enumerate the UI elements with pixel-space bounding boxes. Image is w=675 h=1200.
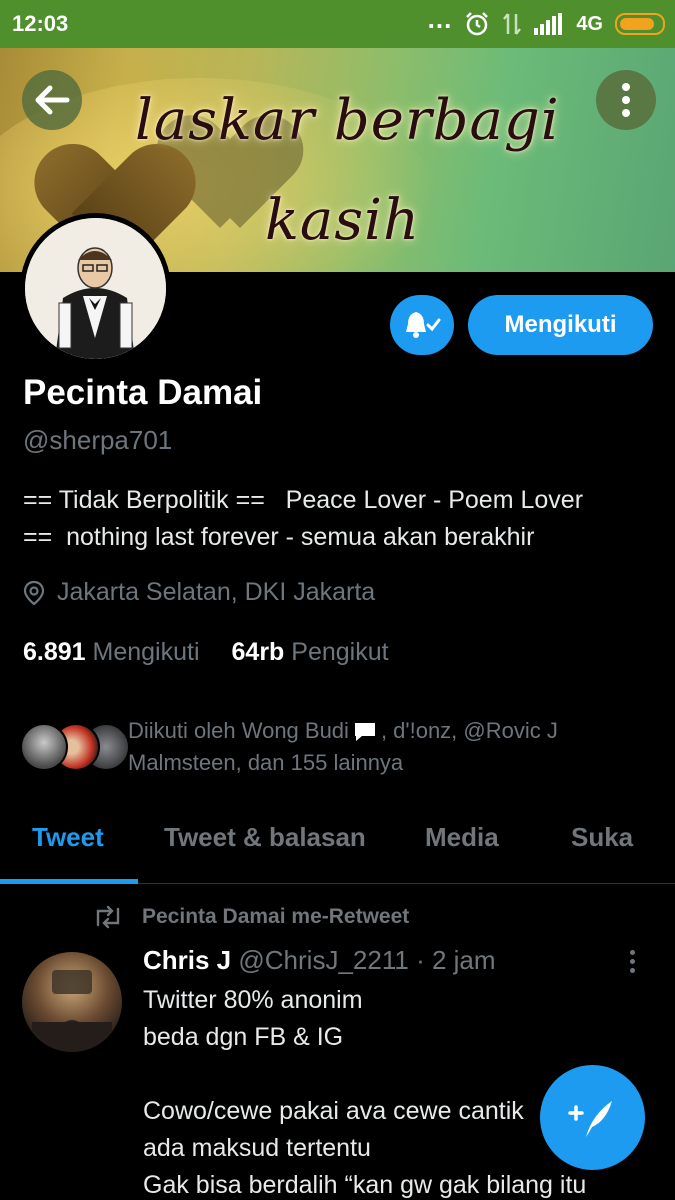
location-text: Jakarta Selatan, DKI Jakarta xyxy=(57,578,376,606)
network-type: 4G xyxy=(576,12,603,35)
followers-stat[interactable]: 64rb Pengikut xyxy=(232,638,389,667)
following-button[interactable]: Mengikuti xyxy=(468,295,653,355)
followed-by-text: Diikuti oleh Wong Budi, d'!onz, @Rovic J… xyxy=(128,715,628,779)
profile-bio: == Tidak Berpolitik == Peace Lover - Poe… xyxy=(23,486,584,551)
profile-location: Jakarta Selatan, DKI Jakarta xyxy=(23,578,375,607)
tab-tweet[interactable]: Tweet xyxy=(32,822,104,853)
banner-text-line2: kasih xyxy=(265,188,421,253)
tweet-author-handle[interactable]: @ChrisJ_2211 xyxy=(238,945,408,975)
banner-text-line1: laskar berbagi xyxy=(135,88,560,153)
following-stat[interactable]: 6.891 Mengikuti xyxy=(23,638,200,667)
retweet-indicator: Pecinta Damai me-Retweet xyxy=(92,905,409,929)
tab-likes[interactable]: Suka xyxy=(571,822,633,853)
more-options-button[interactable] xyxy=(596,70,656,130)
status-icons: ... 4G xyxy=(428,4,665,39)
back-button[interactable] xyxy=(22,70,82,130)
tweet-author-name[interactable]: Chris J xyxy=(143,945,231,975)
tweet-author-avatar[interactable] xyxy=(22,952,122,1052)
status-bar: 12:03 ... 4G xyxy=(0,0,675,48)
notification-dots: ... xyxy=(427,3,453,34)
location-pin-icon xyxy=(23,580,45,605)
data-transfer-icon xyxy=(503,13,522,35)
retweet-label: Pecinta Damai me-Retweet xyxy=(142,905,410,928)
compose-tweet-button[interactable] xyxy=(540,1065,645,1170)
profile-avatar[interactable] xyxy=(20,213,171,364)
tab-media[interactable]: Media xyxy=(425,822,499,853)
tweet-time: · 2 jam xyxy=(416,945,496,975)
tweet-header: Chris J @ChrisJ_2211 · 2 jam xyxy=(143,945,496,976)
avatar-image xyxy=(25,218,166,359)
followed-by-prefix: Diikuti oleh Wong Budi xyxy=(128,718,349,743)
profile-tabs: Tweet Tweet & balasan Media Suka xyxy=(0,800,675,884)
followers-label: Pengikut xyxy=(291,638,389,666)
profile-handle: @sherpa701 xyxy=(23,425,173,455)
tab-tweet-replies[interactable]: Tweet & balasan xyxy=(164,822,366,853)
more-vertical-icon xyxy=(622,83,630,117)
chat-bubble-icon xyxy=(354,723,375,742)
compose-tweet-icon xyxy=(567,1100,612,1137)
followers-count: 64rb xyxy=(231,638,285,666)
follower-avatar xyxy=(20,723,68,771)
following-label: Mengikuti xyxy=(92,638,200,666)
bell-check-icon xyxy=(406,312,441,338)
followed-by[interactable]: Diikuti oleh Wong Budi, d'!onz, @Rovic J… xyxy=(20,715,665,783)
signal-icon xyxy=(534,13,563,35)
profile-name: Pecinta Damai xyxy=(23,373,263,412)
alarm-icon xyxy=(466,12,489,36)
profile-stats: 6.891 Mengikuti 64rb Pengikut xyxy=(23,638,389,667)
battery-icon xyxy=(615,13,665,35)
back-arrow-icon xyxy=(35,85,70,115)
notifications-bell-button[interactable] xyxy=(390,295,454,355)
tweet-avatar-image xyxy=(32,970,112,1052)
following-count: 6.891 xyxy=(23,638,86,666)
status-time: 12:03 xyxy=(12,11,69,36)
avatar-illustration xyxy=(25,218,166,359)
retweet-icon xyxy=(96,905,120,929)
tweet-more-button[interactable] xyxy=(630,950,635,973)
active-tab-indicator xyxy=(0,879,138,884)
